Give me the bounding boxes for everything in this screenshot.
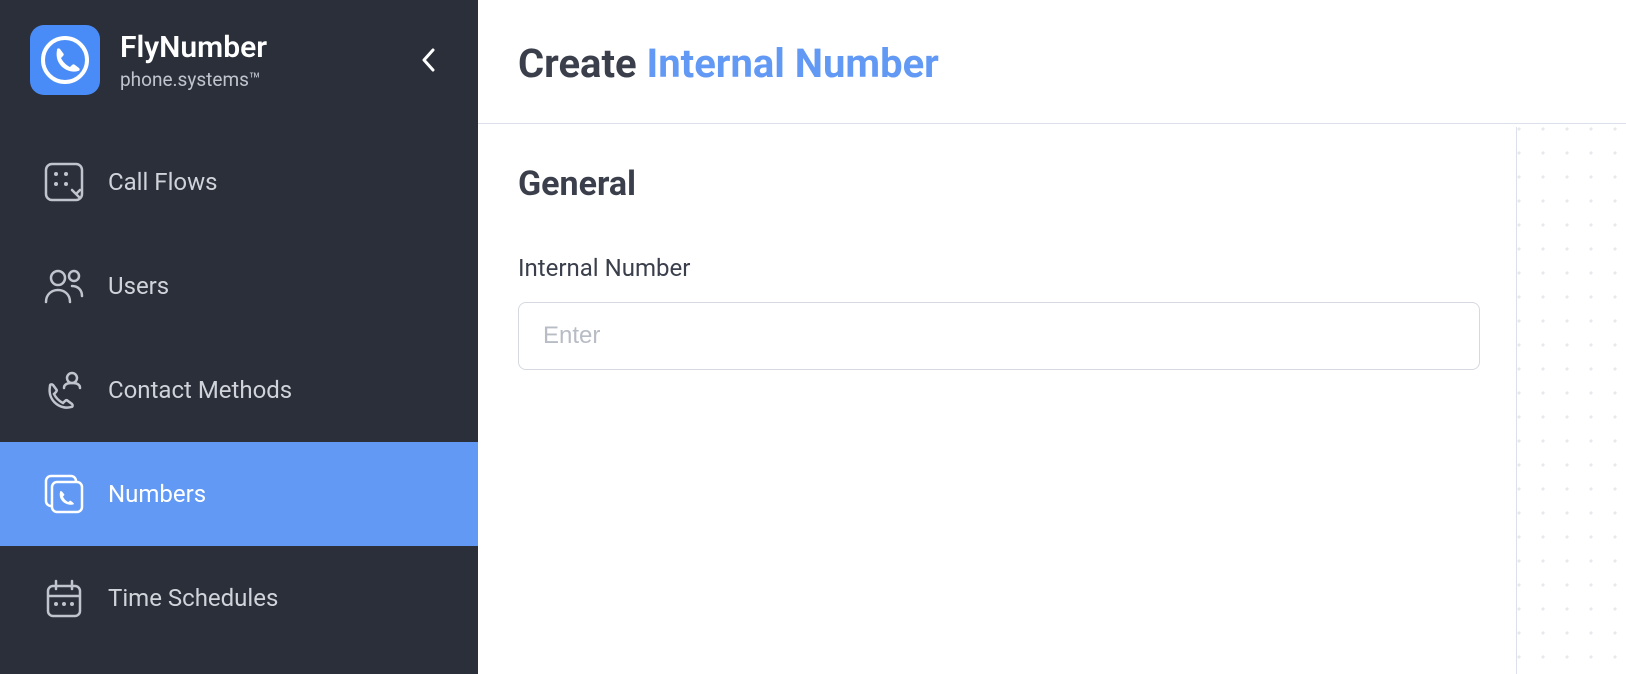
- right-rail-drag-area[interactable]: [1516, 127, 1626, 674]
- sidebar-item-label: Call Flows: [108, 168, 218, 196]
- brand-subtitle: phone.systems™: [120, 68, 408, 91]
- page-title-prefix: Create: [518, 40, 647, 87]
- sidebar-header: FlyNumber phone.systems™: [0, 0, 478, 120]
- sidebar-item-time-schedules[interactable]: Time Schedules: [0, 546, 478, 650]
- sidebar: FlyNumber phone.systems™ Call Flows: [0, 0, 478, 674]
- page-header: Create Internal Number: [478, 0, 1626, 124]
- internal-number-input[interactable]: [518, 302, 1480, 370]
- time-schedules-icon: [40, 574, 88, 622]
- contact-methods-icon: [40, 366, 88, 414]
- content-body: General Internal Number: [478, 124, 1626, 674]
- sidebar-item-label: Time Schedules: [108, 584, 278, 612]
- logo-icon: [30, 25, 100, 95]
- sidebar-item-label: Numbers: [108, 480, 206, 508]
- users-icon: [40, 262, 88, 310]
- sidebar-item-call-flows[interactable]: Call Flows: [0, 130, 478, 234]
- sidebar-item-numbers[interactable]: Numbers: [0, 442, 478, 546]
- brand-title: FlyNumber: [120, 30, 408, 66]
- page-title: Create Internal Number: [518, 40, 1586, 87]
- nav-list: Call Flows Users: [0, 120, 478, 650]
- sidebar-item-label: Users: [108, 272, 169, 300]
- chevron-left-icon: [421, 48, 435, 72]
- numbers-icon: [40, 470, 88, 518]
- internal-number-label: Internal Number: [518, 254, 1480, 282]
- logo-text: FlyNumber phone.systems™: [120, 30, 408, 91]
- form-group-internal-number: Internal Number: [518, 254, 1480, 370]
- page-title-accent: Internal Number: [647, 40, 939, 87]
- main-content: Create Internal Number General Internal …: [478, 0, 1626, 674]
- collapse-sidebar-button[interactable]: [408, 40, 448, 80]
- call-flows-icon: [40, 158, 88, 206]
- sidebar-item-users[interactable]: Users: [0, 234, 478, 338]
- section-title-general: General: [518, 164, 1586, 204]
- sidebar-item-label: Contact Methods: [108, 376, 292, 404]
- sidebar-item-contact-methods[interactable]: Contact Methods: [0, 338, 478, 442]
